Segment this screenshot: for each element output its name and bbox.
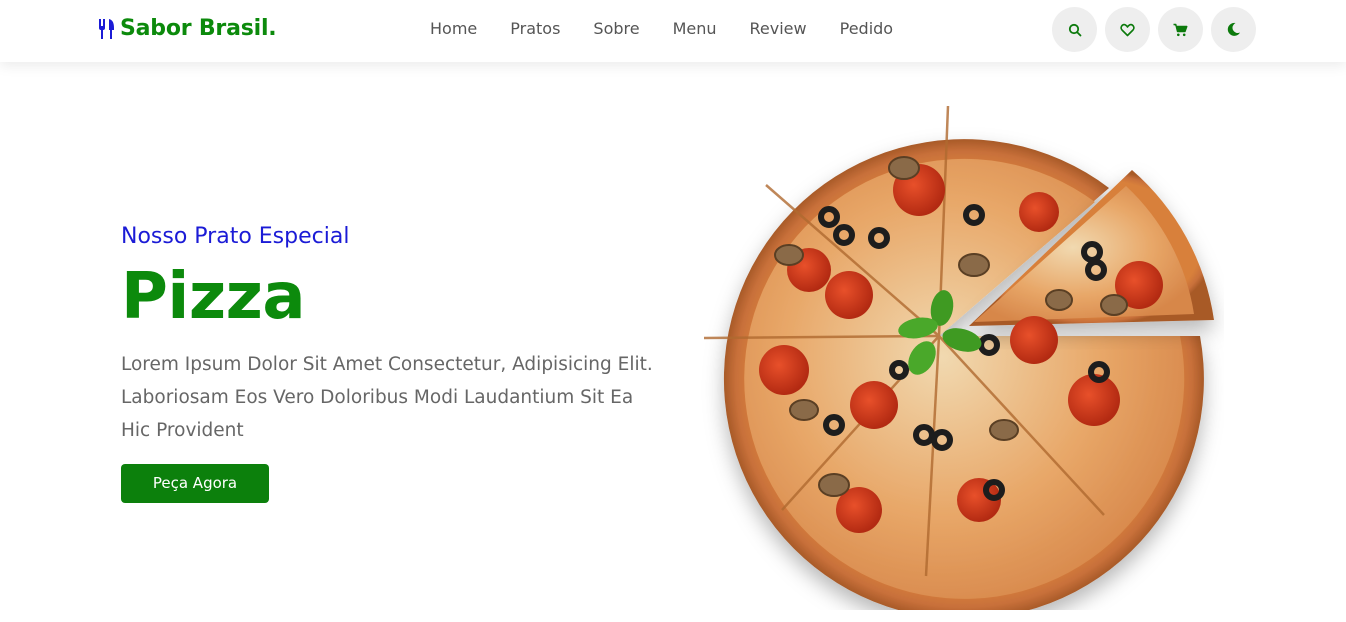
nav-sobre[interactable]: Sobre [593,18,639,40]
hero-content: Nosso Prato Especial Pizza Lorem Ipsum D… [121,222,681,503]
hero-description: Lorem Ipsum Dolor Sit Amet Consectetur, … [121,354,653,441]
main-nav: Home Pratos Sobre Menu Review Pedido [430,18,893,40]
nav-menu[interactable]: Menu [673,18,717,40]
logo-text: Sabor Brasil. [120,16,277,41]
nav-pedido[interactable]: Pedido [840,18,893,40]
hero-subtitle: Nosso Prato Especial [121,224,350,249]
utensils-icon [99,19,114,39]
search-icon [1068,23,1081,36]
hero-title: Pizza [121,260,306,334]
moon-icon [1227,22,1240,36]
header-icons [1052,7,1256,52]
cart-icon [1173,23,1188,36]
site-header: Sabor Brasil. Home Pratos Sobre Menu Rev… [0,0,1346,62]
pizza-image [703,105,1214,610]
nav-home[interactable]: Home [430,18,477,40]
dark-mode-button[interactable] [1211,7,1256,52]
logo[interactable]: Sabor Brasil. [98,16,277,42]
nav-review[interactable]: Review [750,18,807,40]
order-now-button[interactable]: Peça Agora [121,464,269,503]
cart-button[interactable] [1158,7,1203,52]
heart-icon [1120,23,1135,36]
search-button[interactable] [1052,7,1097,52]
nav-pratos[interactable]: Pratos [510,18,560,40]
favorites-button[interactable] [1105,7,1150,52]
